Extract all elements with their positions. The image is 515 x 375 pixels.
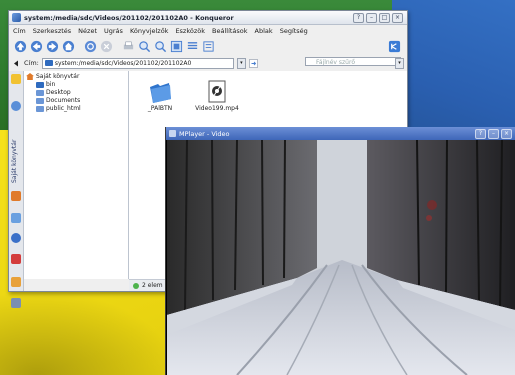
menu-segitseg[interactable]: Segítség: [280, 27, 308, 35]
video-frame[interactable]: [167, 140, 515, 375]
folder-icon: [36, 105, 44, 112]
stop-icon[interactable]: [99, 39, 113, 53]
help-button[interactable]: ?: [353, 13, 364, 23]
tree-item-documents[interactable]: Documents: [36, 97, 80, 104]
folder-icon: [36, 89, 44, 96]
mplayer-title: MPlayer - Video: [179, 129, 230, 138]
forward-arrow-icon[interactable]: [45, 39, 59, 53]
main-toolbar: [9, 37, 407, 55]
minimize-button[interactable]: –: [366, 13, 377, 23]
file-item-video[interactable]: Video199.mp4: [189, 79, 245, 112]
tree-item-label: Documents: [46, 97, 81, 104]
menu-konyvjelzok[interactable]: Könyvjelzők: [130, 27, 169, 35]
go-icon[interactable]: [249, 56, 258, 70]
network-icon[interactable]: [11, 213, 21, 223]
tree-item-desktop[interactable]: Desktop: [36, 89, 71, 96]
maximize-button[interactable]: □: [379, 13, 390, 23]
print-icon[interactable]: [121, 39, 135, 53]
menu-ugras[interactable]: Ugrás: [104, 27, 123, 35]
snowy-forest-road-image: [167, 140, 515, 375]
konqueror-app-icon[interactable]: [12, 13, 21, 22]
menu-cim[interactable]: Cím: [13, 27, 26, 35]
folder-tree: Saját könyvtár bin Desktop Documents pub…: [24, 71, 129, 279]
back-arrow-icon[interactable]: [29, 39, 43, 53]
zoom-out-icon[interactable]: [153, 39, 167, 53]
close-button[interactable]: ×: [392, 13, 403, 23]
menu-ablak[interactable]: Ablak: [255, 27, 273, 35]
location-text[interactable]: system:/media/sdc/Videos/201102/201102A0: [55, 59, 191, 68]
zoom-in-icon[interactable]: [137, 39, 151, 53]
reload-icon[interactable]: [83, 39, 97, 53]
tree-item-label: Desktop: [46, 89, 71, 96]
video-file-icon: [208, 80, 226, 103]
close-button[interactable]: ×: [501, 129, 512, 139]
sidebar-tab-label[interactable]: Saját könyvtár: [11, 133, 21, 183]
home-icon: [26, 73, 34, 80]
filter-input[interactable]: Fájlnév szűrő: [305, 57, 401, 66]
up-arrow-icon[interactable]: [13, 39, 27, 53]
file-name: _PAlBTN: [147, 105, 173, 112]
tree-item-label: public_html: [46, 105, 81, 112]
location-dropdown[interactable]: ▾: [236, 57, 246, 69]
tree-item-bin[interactable]: bin: [36, 81, 55, 88]
window-controls: ? – □ ×: [353, 13, 403, 23]
history-icon[interactable]: [11, 101, 21, 111]
help-button[interactable]: ?: [475, 129, 486, 139]
filter-dropdown[interactable]: ▾: [395, 58, 404, 69]
window-title: system:/media/sdc/Videos/201102/201102A0…: [24, 13, 234, 22]
icon-view-icon[interactable]: [169, 39, 183, 53]
menu-nezet[interactable]: Nézet: [78, 27, 97, 35]
folder-icon: [36, 97, 44, 104]
location-input[interactable]: system:/media/sdc/Videos/201102/201102A0: [41, 57, 234, 69]
tree-item-label: bin: [46, 81, 56, 88]
clear-location-icon[interactable]: [13, 56, 21, 70]
folder-icon: [150, 83, 171, 103]
minimize-button[interactable]: –: [488, 129, 499, 139]
mplayer-window-controls: ? – ×: [475, 129, 512, 139]
konqueror-titlebar[interactable]: system:/media/sdc/Videos/201102/201102A0…: [9, 11, 407, 25]
location-label: Cím:: [24, 59, 39, 67]
location-bar: Cím: system:/media/sdc/Videos/201102/201…: [9, 57, 407, 69]
services-icon[interactable]: [11, 233, 21, 243]
tree-root-label: Saját könyvtár: [36, 73, 80, 80]
file-item-folder[interactable]: _PAlBTN: [135, 79, 185, 112]
konqueror-logo-icon[interactable]: [387, 39, 401, 53]
list-view-icon[interactable]: [185, 39, 199, 53]
sidebar-tabs: Saját könyvtár: [9, 71, 24, 308]
menu-beallitasok[interactable]: Beállítások: [212, 27, 248, 35]
menu-szerkesztes[interactable]: Szerkesztés: [33, 27, 71, 35]
mplayer-app-icon[interactable]: [169, 130, 176, 137]
home-folder-icon[interactable]: [11, 191, 21, 201]
mplayer-window: MPlayer - Video ? – ×: [165, 127, 515, 375]
folder-icon: [36, 81, 44, 88]
status-ok-icon: [133, 282, 139, 289]
drive-icon: [44, 60, 53, 66]
menu-eszkozok[interactable]: Eszközök: [175, 27, 205, 35]
wallpaper-shadow: [0, 290, 180, 375]
media-icon[interactable]: [11, 254, 21, 264]
file-name: Video199.mp4: [195, 105, 239, 112]
status-text: 2 elem: [142, 282, 163, 289]
tree-item-public-html[interactable]: public_html: [36, 105, 81, 112]
settings-icon[interactable]: [11, 298, 21, 308]
filter-placeholder: Fájlnév szűrő: [316, 59, 356, 66]
detail-view-icon[interactable]: [201, 39, 215, 53]
tree-root[interactable]: Saját könyvtár: [26, 73, 79, 80]
menubar: Cím Szerkesztés Nézet Ugrás Könyvjelzők …: [9, 25, 407, 36]
bookmark-star-icon[interactable]: [11, 74, 21, 84]
home-icon[interactable]: [61, 39, 75, 53]
mplayer-titlebar[interactable]: MPlayer - Video ? – ×: [166, 127, 515, 140]
devices-icon[interactable]: [11, 277, 21, 287]
